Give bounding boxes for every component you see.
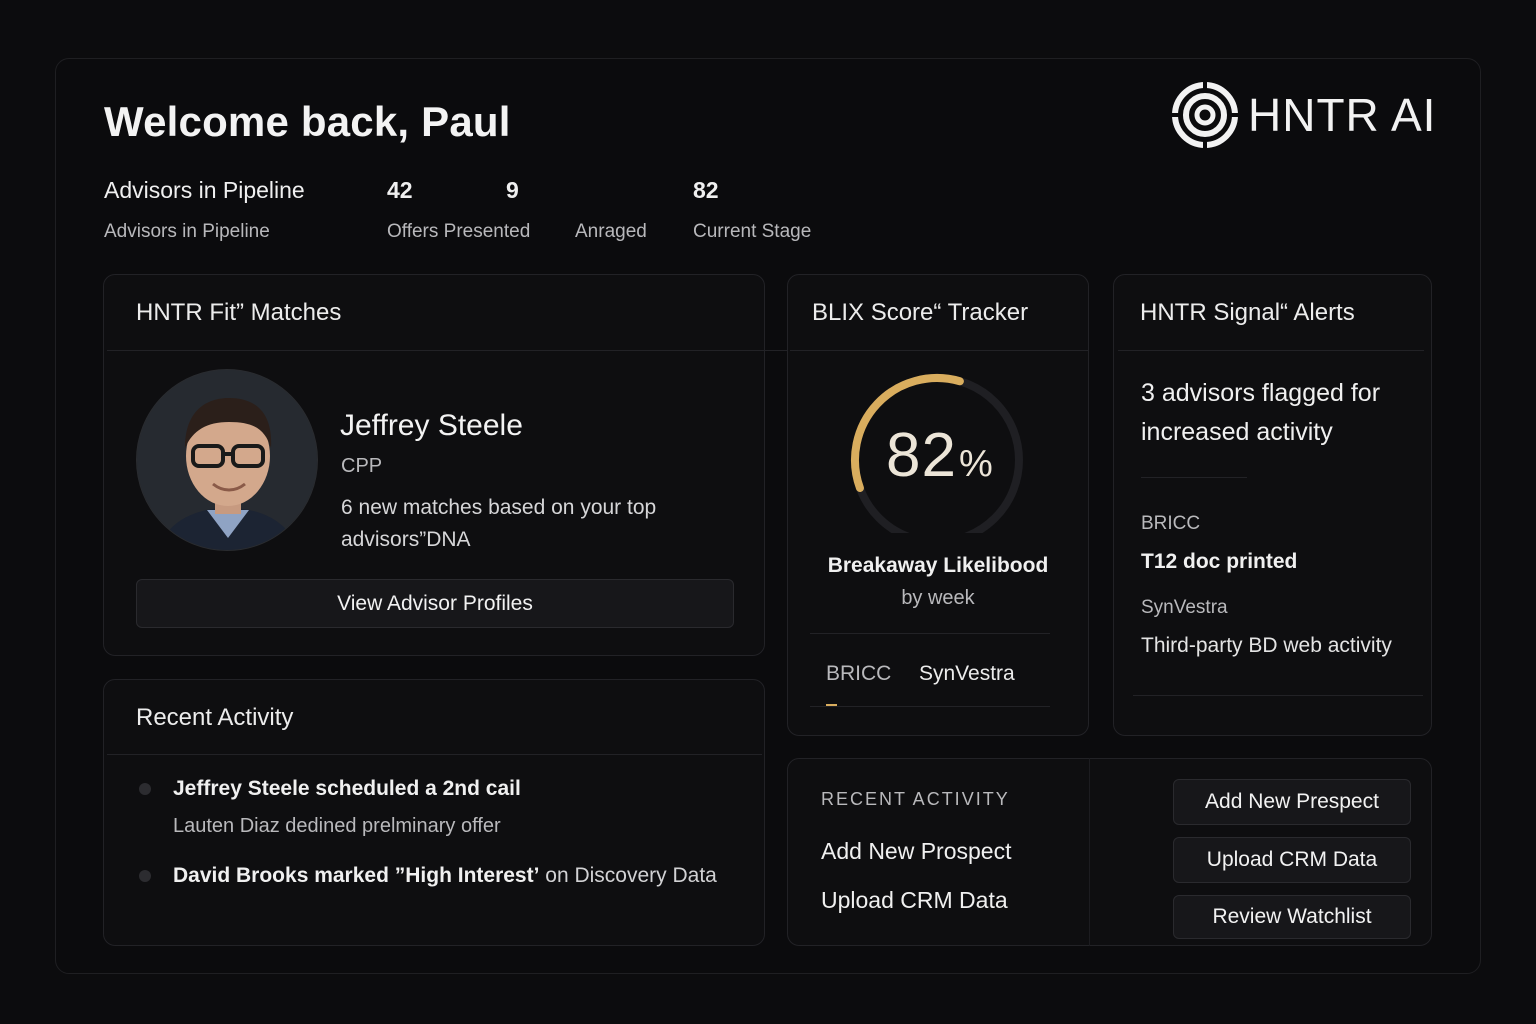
activity-item2[interactable]: David Brooks marked ”High Interest’ on D… (173, 864, 717, 888)
review-watchlist-button[interactable]: Review Watchlist (1173, 895, 1411, 939)
upload-crm-data-button[interactable]: Upload CRM Data (1173, 837, 1411, 883)
arranged-value: 9 (506, 177, 519, 203)
blix-tab-bricc[interactable]: BRICC (826, 662, 891, 686)
fit-matches-divider (107, 350, 787, 351)
blix-tracker-title: BLIX Score“ Tracker (812, 299, 1029, 326)
signal-divider (1118, 350, 1424, 351)
blix-tab-synvestra[interactable]: SynVestra (919, 662, 1015, 686)
activity-item1-sub: Lauten Diaz dedined prelminary offer (173, 815, 501, 837)
blix-bottom-divider (810, 706, 1050, 707)
activity-bullet-icon (139, 870, 151, 882)
signal-item2-source: SynVestra (1141, 597, 1228, 618)
advisor-designation: CPP (341, 455, 383, 477)
blix-score-value: 82 (886, 421, 957, 490)
person-portrait-icon (137, 370, 317, 550)
stage-value: 82 (693, 177, 719, 203)
arranged-label: Anraged (575, 221, 647, 242)
blix-caption-line1: Breakaway Likelibood (827, 554, 1049, 577)
blix-score-unit: % (958, 443, 993, 485)
blix-tabs-divider (810, 633, 1050, 634)
match-description-line2: advisors”DNA (341, 528, 471, 551)
blix-divider (790, 350, 1088, 351)
signal-bottom-divider (1133, 695, 1423, 696)
target-icon (1170, 80, 1240, 150)
offers-value: 42 (387, 177, 413, 203)
upload-crm-data-link[interactable]: Upload CRM Data (821, 887, 1008, 914)
signal-alerts-card (1113, 274, 1432, 736)
signal-alerts-title: HNTR Signal“ Alerts (1140, 299, 1355, 326)
signal-headline-line2: increased activity (1141, 418, 1333, 446)
blix-score-readout: 82 % (886, 420, 993, 491)
activity-item2-main: David Brooks marked ”High Interest’ (173, 864, 540, 887)
advisor-name: Jeffrey Steele (340, 409, 523, 442)
signal-item2-text[interactable]: Third-party BD web activity (1141, 634, 1392, 658)
advisor-avatar[interactable] (136, 369, 318, 551)
blix-caption-line2: by week (901, 587, 975, 609)
recent-activity-title: Recent Activity (136, 704, 294, 731)
signal-item1-text[interactable]: T12 doc printed (1141, 550, 1297, 574)
activity-bullet-icon (139, 783, 151, 795)
pipeline-title: Advisors in Pipeline (104, 177, 305, 203)
quick-actions-heading: RECENT ACTIVITY (821, 789, 1010, 809)
add-new-prospect-link[interactable]: Add New Prospect (821, 838, 1011, 865)
pipeline-label: Advisors in Pipeline (104, 221, 270, 242)
offers-label: Offers Presented (387, 221, 531, 242)
activity-item2-tail: on Discovery Data (539, 864, 717, 887)
signal-item1-source: BRICC (1141, 513, 1201, 534)
welcome-heading: Welcome back, Paul (104, 98, 511, 145)
quick-actions-divider (1089, 758, 1090, 946)
signal-short-divider (1141, 477, 1247, 478)
fit-matches-title: HNTR Fit” Matches (136, 299, 342, 326)
match-description-line1: 6 new matches based on your top (341, 496, 657, 519)
recent-activity-divider (107, 754, 762, 755)
brand-name: HNTR AI (1248, 89, 1437, 141)
view-advisor-profiles-button[interactable]: View Advisor Profiles (136, 579, 734, 628)
activity-item1-main[interactable]: Jeffrey Steele scheduled a 2nd cail (173, 777, 521, 801)
brand-logo[interactable]: HNTR AI (1170, 80, 1436, 150)
signal-headline-line1: 3 advisors flagged for (1141, 379, 1381, 407)
stage-label: Current Stage (693, 221, 812, 242)
add-new-prospect-button[interactable]: Add New Prespect (1173, 779, 1411, 825)
